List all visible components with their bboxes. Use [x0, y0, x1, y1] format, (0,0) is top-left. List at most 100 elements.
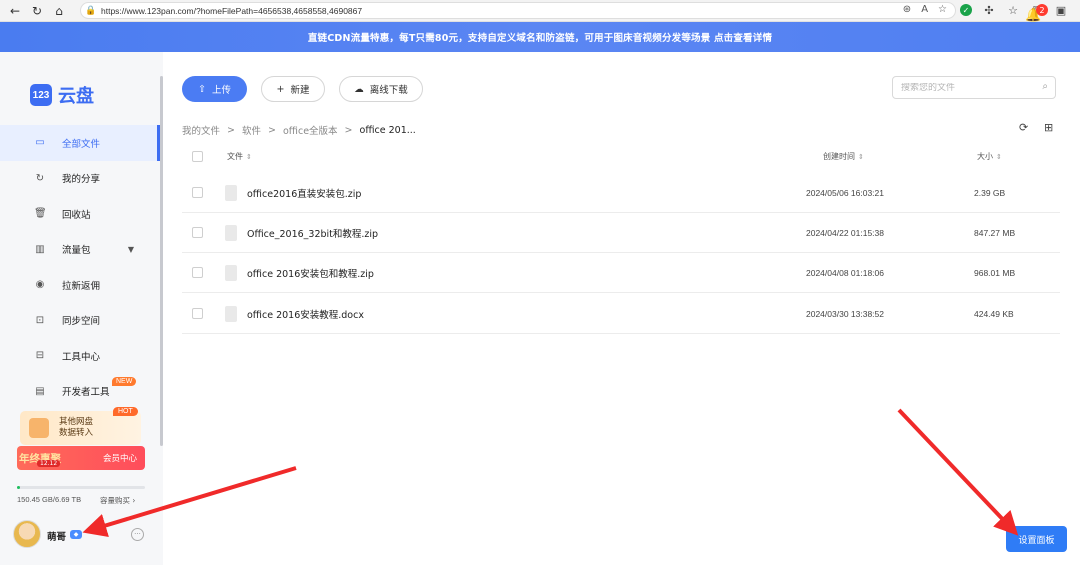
refresh-icon[interactable]: ⟳	[1019, 121, 1028, 134]
file-icon	[225, 306, 237, 322]
upload-label: 上传	[211, 85, 231, 96]
file-created: 2024/05/06 16:03:21	[806, 187, 884, 198]
sort-icon: ⇕	[858, 152, 864, 161]
favorite-star-icon[interactable]: ☆	[938, 4, 947, 15]
reload-icon[interactable]: ↻	[26, 0, 48, 22]
sidebar-item-recycle-bin[interactable]: 🗑 回收站	[0, 196, 160, 232]
column-size-label: 大小	[977, 151, 993, 161]
new-label: 新建	[290, 85, 310, 96]
logo-mark: 123	[30, 84, 52, 106]
sidebar-item-label: 工具中心	[62, 351, 101, 363]
breadcrumb-item[interactable]: office全版本	[283, 123, 338, 137]
more-icon[interactable]: ···	[131, 528, 144, 541]
table-header: 文件 ⇕ 创建时间 ⇕ 大小 ⇕	[182, 145, 1060, 167]
breadcrumb-item[interactable]: 我的文件	[182, 123, 220, 137]
sidebar-item-label: 拉新返佣	[62, 280, 101, 292]
select-all-checkbox[interactable]	[192, 150, 203, 162]
file-created: 2024/04/08 01:18:06	[806, 267, 884, 278]
folder-icon: ▭	[35, 137, 45, 149]
file-created: 2024/04/22 01:15:38	[806, 227, 884, 238]
search-box: ⌕	[892, 76, 1056, 99]
storage-usage: 150.45 GB/6.69 TB	[17, 495, 82, 504]
sort-icon: ⇕	[996, 152, 1002, 161]
offline-download-button[interactable]: ☁ 离线下载	[339, 76, 423, 102]
traffic-icon: ▥	[35, 243, 45, 255]
row-checkbox[interactable]	[192, 267, 203, 278]
vip-center-promo[interactable]: 年终惠聚 12.12 会员中心	[17, 446, 145, 470]
column-created-header[interactable]: 创建时间 ⇕	[823, 151, 864, 162]
sidebar-toggle-icon[interactable]: ▣	[1054, 4, 1068, 17]
notification-badge: 2	[1036, 4, 1048, 16]
sort-icon: ⇕	[246, 152, 252, 161]
sidebar-item-label: 同步空间	[62, 316, 101, 328]
back-icon[interactable]: ←	[4, 0, 26, 22]
extension-shield-icon[interactable]: ✓	[960, 4, 972, 16]
sidebar-item-label: 开发者工具	[62, 387, 110, 399]
breadcrumb-separator: >	[227, 124, 235, 136]
settings-panel-button[interactable]: 设置面板	[1006, 526, 1067, 552]
sidebar: 123 云盘 ▭ 全部文件 ↻ 我的分享 🗑 回收站 ▥ 流量包 ▼ ◉ 拉新返…	[0, 52, 163, 565]
coin-icon: ◉	[35, 279, 45, 291]
browser-toolbar: ← ↻ ⌂ 🔒 https://www.123pan.com/?homeFile…	[0, 0, 1080, 22]
search-input[interactable]	[901, 82, 1031, 93]
table-row[interactable]: office2016直装安装包.zip 2024/05/06 16:03:21 …	[182, 173, 1060, 213]
row-checkbox[interactable]	[192, 308, 203, 319]
row-checkbox[interactable]	[192, 187, 203, 198]
file-icon	[225, 185, 237, 201]
toolbox-icon: ⊟	[35, 350, 45, 362]
sidebar-item-traffic[interactable]: ▥ 流量包 ▼	[0, 232, 160, 268]
settings-panel-label: 设置面板	[1018, 535, 1055, 546]
promo-banner[interactable]: 直链CDN流量特惠，每T只需80元，支持自定义域名和防盗链，可用于图床音视频分发…	[0, 22, 1080, 52]
translate-icon[interactable]: ⊛	[903, 4, 911, 15]
file-size: 968.01 MB	[974, 267, 1016, 278]
file-icon	[225, 265, 237, 281]
storage-progress-fill	[17, 486, 20, 489]
column-name-label: 文件	[227, 151, 243, 161]
column-size-header[interactable]: 大小 ⇕	[977, 151, 1002, 162]
file-name[interactable]: office2016直装安装包.zip	[247, 186, 361, 200]
promo-line2: 数据转入	[59, 428, 94, 438]
sidebar-item-tool-center[interactable]: ⊟ 工具中心	[0, 338, 160, 374]
avatar[interactable]	[13, 520, 41, 548]
home-icon[interactable]: ⌂	[48, 0, 70, 22]
sidebar-item-developer-tools[interactable]: ▤ 开发者工具 NEW	[0, 374, 160, 410]
sidebar-item-label: 全部文件	[62, 138, 101, 150]
favorites-icon[interactable]: ☆	[1006, 4, 1020, 17]
column-name-header[interactable]: 文件 ⇕	[227, 151, 252, 162]
url-text: https://www.123pan.com/?homeFilePath=465…	[101, 5, 363, 16]
table-row[interactable]: Office_2016_32bit和教程.zip 2024/04/22 01:1…	[182, 213, 1060, 253]
file-name[interactable]: Office_2016_32bit和教程.zip	[247, 226, 378, 240]
grid-view-icon[interactable]: ⊞	[1044, 121, 1053, 134]
banner-text: 直链CDN流量特惠，每T只需80元，支持自定义域名和防盗链，可用于图床音视频分发…	[307, 33, 773, 44]
sidebar-menu: ▭ 全部文件 ↻ 我的分享 🗑 回收站 ▥ 流量包 ▼ ◉ 拉新返佣 ⊡ 同步空…	[0, 125, 160, 409]
cloud-download-icon: ☁	[354, 83, 364, 95]
sidebar-item-label: 回收站	[62, 209, 91, 221]
table-row[interactable]: office 2016安装包和教程.zip 2024/04/08 01:18:0…	[182, 253, 1060, 293]
file-name[interactable]: office 2016安装包和教程.zip	[247, 266, 374, 280]
breadcrumb-separator: >	[344, 124, 353, 136]
chevron-down-icon[interactable]: ▼	[128, 245, 134, 254]
buy-storage-link[interactable]: 容量购买 ›	[100, 495, 135, 506]
sidebar-item-my-shares[interactable]: ↻ 我的分享	[0, 161, 160, 197]
breadcrumb-item[interactable]: 软件	[242, 123, 261, 137]
file-name[interactable]: office 2016安装教程.docx	[247, 307, 364, 321]
address-bar[interactable]: 🔒 https://www.123pan.com/?homeFilePath=4…	[80, 2, 956, 19]
sync-icon: ⊡	[35, 314, 45, 326]
sidebar-item-sync-space[interactable]: ⊡ 同步空间	[0, 303, 160, 339]
file-size: 2.39 GB	[974, 187, 1006, 198]
logo[interactable]: 123 云盘	[30, 82, 94, 108]
table-row[interactable]: office 2016安装教程.docx 2024/03/30 13:38:52…	[182, 294, 1060, 334]
search-icon[interactable]: ⌕	[1042, 81, 1048, 92]
new-button[interactable]: + 新建	[261, 76, 325, 102]
upload-button[interactable]: ⇧ 上传	[182, 76, 247, 102]
extensions-icon[interactable]: ✣	[982, 4, 996, 17]
import-data-promo[interactable]: 其他网盘 数据转入	[20, 411, 141, 445]
sidebar-item-all-files[interactable]: ▭ 全部文件	[0, 125, 160, 161]
row-checkbox[interactable]	[192, 227, 203, 238]
sidebar-item-label: 我的分享	[62, 174, 101, 186]
sidebar-item-label: 流量包	[62, 245, 91, 257]
sidebar-item-referral[interactable]: ◉ 拉新返佣	[0, 267, 160, 303]
hot-badge: HOT	[113, 407, 138, 416]
file-size: 847.27 MB	[974, 227, 1016, 238]
read-aloud-icon[interactable]: A	[921, 4, 928, 15]
